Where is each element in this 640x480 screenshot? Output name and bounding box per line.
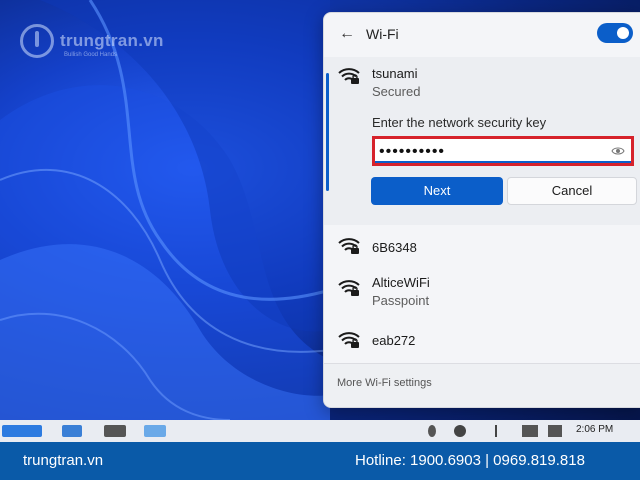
wifi-toggle[interactable] [597, 23, 633, 43]
cancel-button[interactable]: Cancel [507, 177, 637, 205]
network-name: 6B6348 [372, 240, 417, 255]
network-name: tsunami [372, 66, 418, 81]
watermark-brand: trungtran.vn [60, 31, 164, 50]
field-focus-underline [375, 161, 631, 163]
taskbar-app-icon[interactable] [62, 425, 82, 437]
back-arrow-icon[interactable]: ← [336, 23, 358, 45]
security-key-field[interactable] [372, 136, 634, 166]
network-name: AlticeWiFi [372, 275, 430, 290]
power-logo-icon [20, 24, 54, 58]
wifi-secured-icon [338, 238, 360, 254]
taskbar-app-icon[interactable] [144, 425, 166, 437]
taskbar-clock[interactable]: 2:06 PM [576, 424, 613, 435]
taskbar: 2:06 PM [0, 420, 640, 442]
banner-hotline: Hotline: 1900.6903 | 0969.819.818 [355, 452, 585, 469]
wifi-secured-icon [338, 68, 360, 84]
wifi-header: ← Wi-Fi [324, 13, 640, 57]
volume-tray-icon[interactable] [548, 425, 562, 437]
tray-icon[interactable] [454, 425, 466, 437]
next-button[interactable]: Next [371, 177, 503, 205]
network-name: eab272 [372, 333, 416, 348]
watermark-tagline: Bullish Good Hands [64, 52, 118, 58]
watermark-logo: trungtran.vn Bullish Good Hands [20, 24, 164, 58]
taskbar-app-icon[interactable] [2, 425, 42, 437]
taskbar-app-icon[interactable] [104, 425, 126, 437]
wifi-title: Wi-Fi [366, 26, 399, 42]
selection-accent [326, 73, 329, 191]
security-key-label: Enter the network security key [372, 115, 547, 130]
tray-separator-icon [495, 425, 497, 437]
network-item-tsunami[interactable]: tsunami Secured Enter the network securi… [324, 57, 640, 225]
network-status: Secured [372, 84, 421, 99]
wifi-flyout: ← Wi-Fi tsunami Secured Enter the networ… [323, 12, 640, 408]
network-status: Passpoint [372, 293, 430, 308]
wifi-secured-icon [338, 332, 360, 348]
reveal-password-eye-icon[interactable] [611, 145, 625, 157]
network-tray-icon[interactable] [522, 425, 538, 437]
footer-banner: trungtran.vn Hotline: 1900.6903 | 0969.8… [0, 442, 640, 480]
wifi-footer: More Wi-Fi settings [324, 363, 640, 407]
more-wifi-settings-link[interactable]: More Wi-Fi settings [337, 377, 432, 389]
network-item[interactable]: AlticeWiFi Passpoint [324, 271, 640, 321]
banner-site: trungtran.vn [23, 452, 104, 469]
tray-icon[interactable] [428, 425, 436, 437]
toggle-knob [617, 27, 629, 39]
wifi-secured-icon [338, 280, 360, 296]
network-item[interactable]: eab272 [324, 321, 640, 367]
security-key-input[interactable] [379, 142, 607, 162]
network-item[interactable]: 6B6348 [324, 225, 640, 271]
